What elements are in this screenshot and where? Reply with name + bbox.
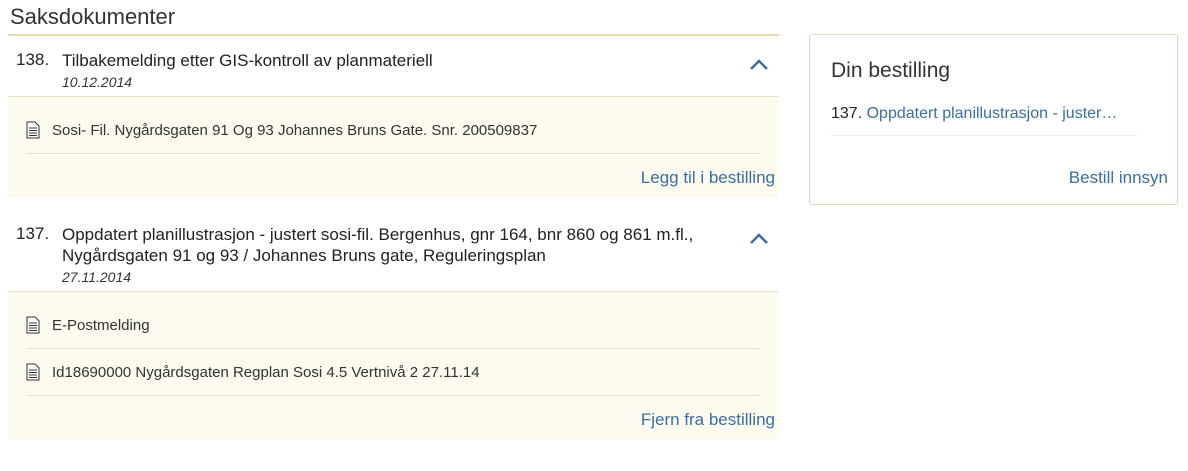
case-date: 27.11.2014	[62, 269, 132, 285]
document-icon	[26, 121, 40, 139]
document-list: Sosi- Fil. Nygårdsgaten 91 Og 93 Johanne…	[8, 97, 779, 154]
document-label: E-Postmelding	[52, 316, 150, 334]
document-icon	[26, 363, 40, 381]
case-item: 138. Tilbakemelding etter GIS-kontroll a…	[8, 36, 779, 198]
chevron-up-icon[interactable]	[749, 58, 769, 72]
section-title: Saksdokumenter	[10, 4, 176, 29]
document-label: Sosi- Fil. Nygårdsgaten 91 Og 93 Johanne…	[52, 121, 538, 139]
case-date: 10.12.2014	[62, 74, 133, 90]
document-list: E-Postmelding Id18690000 Nygårdsgaten Re…	[8, 292, 779, 396]
document-item[interactable]: Id18690000 Nygårdsgaten Regplan Sosi 4.5…	[26, 349, 761, 396]
case-title: Oppdatert planillustrasjon - justert sos…	[62, 225, 694, 265]
case-number: 137.	[16, 224, 50, 243]
order-item-link[interactable]: Oppdatert planillustrasjon - juster…	[867, 105, 1118, 122]
case-number: 138.	[16, 50, 50, 69]
document-item[interactable]: Sosi- Fil. Nygårdsgaten 91 Og 93 Johanne…	[26, 107, 761, 154]
document-item[interactable]: E-Postmelding	[26, 302, 761, 349]
add-to-order-link[interactable]: Legg til i bestilling	[8, 154, 779, 198]
case-header[interactable]: 138. Tilbakemelding etter GIS-kontroll a…	[8, 36, 779, 97]
case-item: 137. Oppdatert planillustrasjon - juster…	[8, 210, 779, 440]
order-item-number: 137.	[831, 105, 863, 122]
case-header[interactable]: 137. Oppdatert planillustrasjon - juster…	[8, 210, 779, 292]
order-title: Din bestilling	[831, 59, 951, 82]
order-item: 137. Oppdatert planillustrasjon - juster…	[831, 105, 1137, 136]
case-documents-section: Saksdokumenter 138. Tilbakemelding etter…	[8, 0, 779, 440]
request-access-button[interactable]: Bestill innsyn	[1069, 168, 1168, 188]
document-label: Id18690000 Nygårdsgaten Regplan Sosi 4.5…	[52, 363, 480, 381]
case-title: Tilbakemelding etter GIS-kontroll av pla…	[62, 51, 433, 70]
remove-from-order-link[interactable]: Fjern fra bestilling	[8, 396, 779, 440]
document-icon	[26, 316, 40, 334]
order-panel: Din bestilling 137. Oppdatert planillust…	[809, 34, 1178, 205]
chevron-up-icon[interactable]	[749, 232, 769, 246]
